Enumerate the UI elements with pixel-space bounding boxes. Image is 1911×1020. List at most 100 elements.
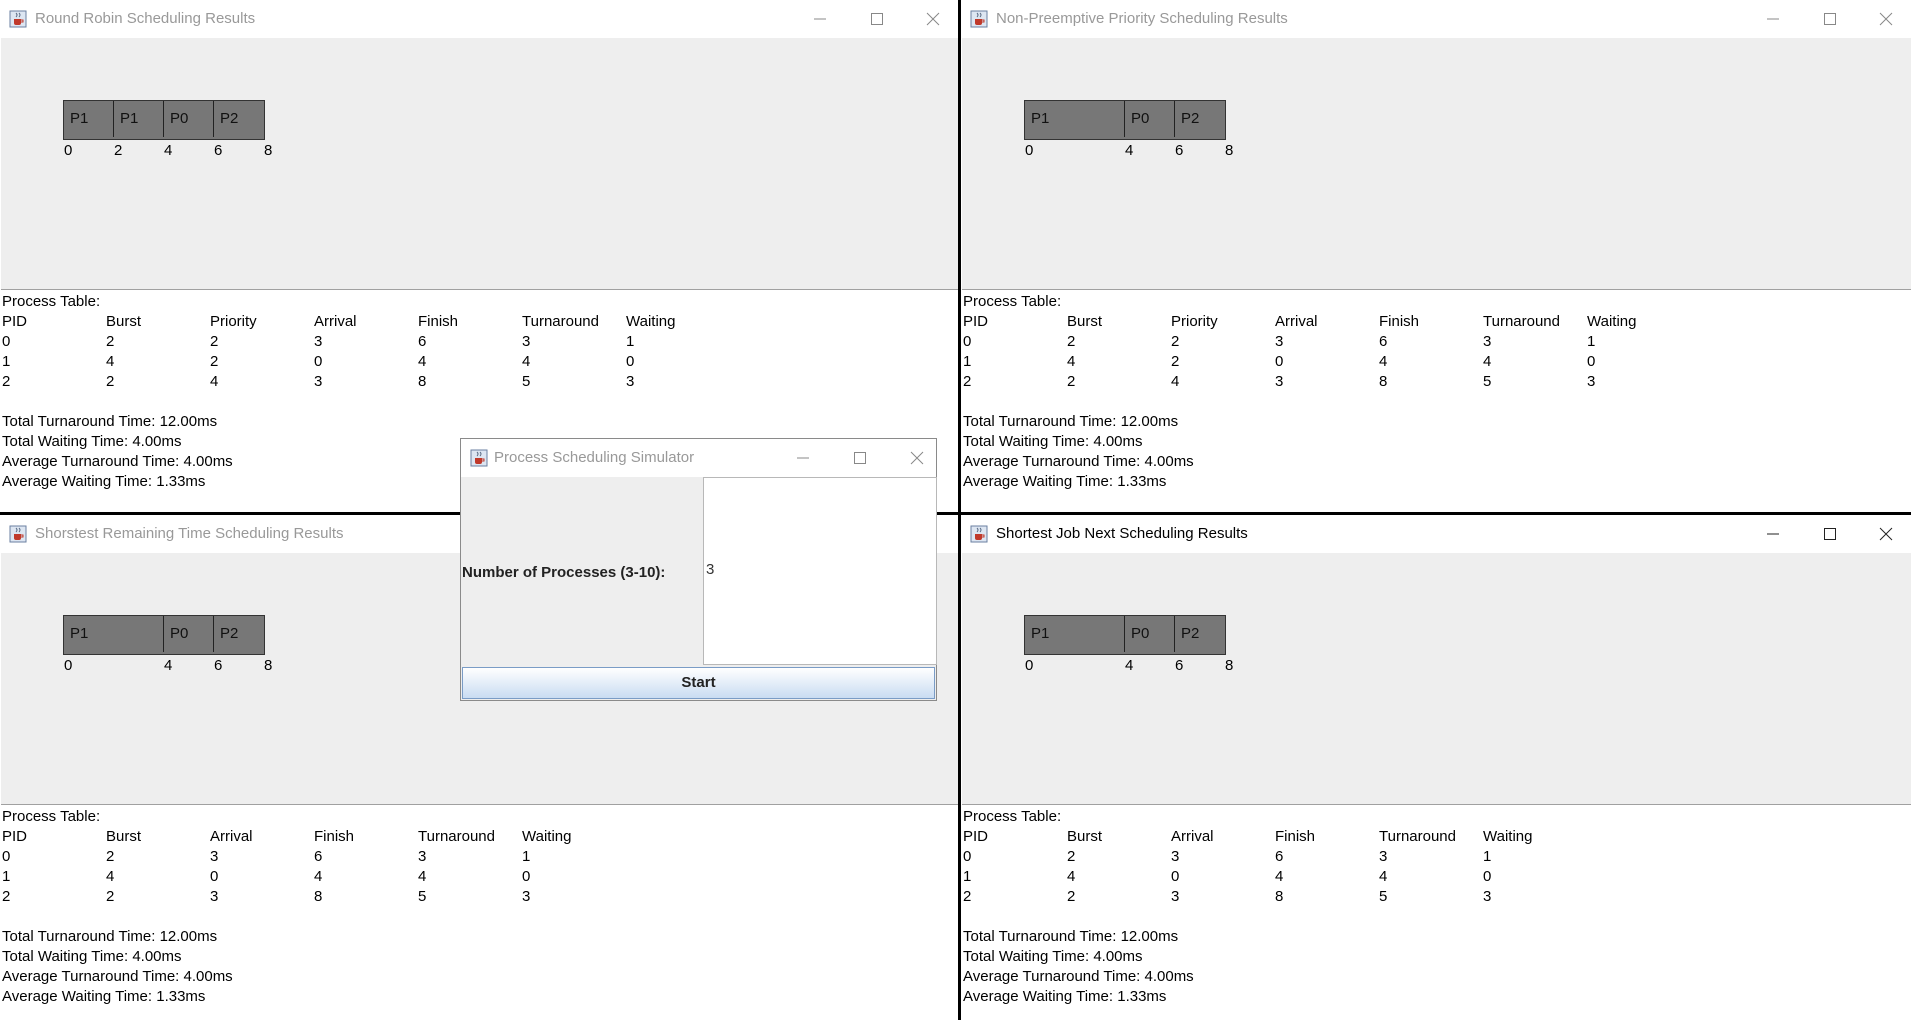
gantt-block: P0 (1125, 616, 1175, 652)
table-cell: 0 (2, 848, 11, 865)
table-cell: 4 (1379, 868, 1388, 885)
table-cell: 3 (314, 333, 323, 350)
column-header-arrival: Arrival (1275, 313, 1318, 330)
table-cell: 3 (1483, 333, 1492, 350)
total-waiting-time: Total Waiting Time: 4.00ms (963, 433, 1143, 450)
table-cell: 3 (1275, 333, 1284, 350)
table-cell: 0 (1483, 868, 1492, 885)
gantt-chart-panel: P1 P0 P2 0 4 6 8 (962, 38, 1911, 290)
table-cell: 4 (1067, 868, 1076, 885)
table-cell: 2 (210, 333, 219, 350)
table-cell: 1 (522, 848, 531, 865)
table-cell: 1 (2, 868, 11, 885)
table-cell: 2 (106, 888, 115, 905)
total-waiting-time: Total Waiting Time: 4.00ms (2, 948, 182, 965)
titlebar[interactable]: Shortest Job Next Scheduling Results (961, 515, 1911, 553)
column-header-priority: Priority (1171, 313, 1218, 330)
table-cell: 3 (1275, 373, 1284, 390)
column-header-finish: Finish (1379, 313, 1420, 330)
gantt-tick: 8 (264, 142, 273, 159)
table-cell: 1 (963, 868, 972, 885)
maximize-icon[interactable] (1817, 521, 1843, 547)
table-cell: 2 (1067, 848, 1076, 865)
table-cell: 1 (1587, 333, 1596, 350)
table-cell: 3 (314, 373, 323, 390)
close-icon[interactable] (904, 445, 930, 471)
column-header-turnaround: Turnaround (522, 313, 599, 330)
table-cell: 3 (1587, 373, 1596, 390)
column-header-turnaround: Turnaround (1483, 313, 1560, 330)
table-cell: 4 (106, 868, 115, 885)
java-cup-icon (9, 525, 27, 543)
total-waiting-time: Total Waiting Time: 4.00ms (2, 433, 182, 450)
minimize-icon[interactable] (1760, 6, 1786, 32)
titlebar[interactable]: Non-Preemptive Priority Scheduling Resul… (961, 0, 1911, 38)
total-turnaround-time: Total Turnaround Time: 12.00ms (963, 928, 1179, 945)
gantt-chart-panel: P1 P0 P2 0 4 6 8 (962, 553, 1911, 805)
table-cell: 5 (418, 888, 427, 905)
table-cell: 6 (314, 848, 323, 865)
table-cell: 3 (626, 373, 635, 390)
table-cell: 2 (963, 888, 972, 905)
gantt-block: P1 (64, 616, 164, 652)
gantt-tick: 0 (1025, 142, 1034, 159)
column-header-turnaround: Turnaround (1379, 828, 1456, 845)
gantt-tick: 6 (1175, 657, 1184, 674)
table-cell: 4 (1067, 353, 1076, 370)
table-cell: 4 (418, 353, 427, 370)
window-title: Non-Preemptive Priority Scheduling Resul… (996, 10, 1288, 27)
gantt-block: P2 (1181, 625, 1200, 642)
gantt-tick: 4 (164, 142, 173, 159)
column-header-finish: Finish (1275, 828, 1316, 845)
gantt-tick: 6 (214, 142, 223, 159)
titlebar[interactable]: Round Robin Scheduling Results (0, 0, 958, 38)
minimize-icon[interactable] (1760, 521, 1786, 547)
process-scheduling-simulator-dialog: Process Scheduling Simulator Number of P… (460, 438, 937, 701)
close-icon[interactable] (920, 6, 946, 32)
table-cell: 2 (1171, 333, 1180, 350)
table-cell: 8 (1379, 373, 1388, 390)
average-turnaround-time: Average Turnaround Time: 4.00ms (963, 968, 1194, 985)
gantt-tick: 4 (1125, 657, 1134, 674)
process-table-caption: Process Table: (2, 293, 101, 310)
table-cell: 4 (522, 353, 531, 370)
close-icon[interactable] (1873, 521, 1899, 547)
gantt-tick: 2 (114, 142, 123, 159)
column-header-priority: Priority (210, 313, 257, 330)
table-cell: 5 (1379, 888, 1388, 905)
table-cell: 2 (1171, 353, 1180, 370)
table-cell: 2 (1067, 373, 1076, 390)
column-header-waiting: Waiting (1587, 313, 1637, 330)
process-table-panel: Process Table: PID Burst Priority Arriva… (962, 290, 1911, 512)
titlebar[interactable]: Process Scheduling Simulator (461, 439, 936, 477)
average-waiting-time: Average Waiting Time: 1.33ms (2, 473, 206, 490)
number-of-processes-input[interactable]: 3 (703, 477, 937, 665)
gantt-tick: 4 (164, 657, 173, 674)
table-cell: 0 (626, 353, 635, 370)
window-round-robin: Round Robin Scheduling Results P1 P1 P0 … (0, 0, 958, 512)
column-header-turnaround: Turnaround (418, 828, 495, 845)
table-cell: 6 (418, 333, 427, 350)
average-waiting-time: Average Waiting Time: 1.33ms (2, 988, 206, 1005)
minimize-icon[interactable] (790, 445, 816, 471)
java-cup-icon (970, 10, 988, 28)
maximize-icon[interactable] (1817, 6, 1843, 32)
gantt-block: P0 (164, 616, 214, 652)
table-cell: 3 (418, 848, 427, 865)
table-cell: 0 (1275, 353, 1284, 370)
total-waiting-time: Total Waiting Time: 4.00ms (963, 948, 1143, 965)
close-icon[interactable] (1873, 6, 1899, 32)
process-table-panel: Process Table: PID Burst Arrival Finish … (962, 805, 1911, 1020)
gantt-block: P0 (164, 101, 214, 137)
gantt-block: P2 (220, 625, 239, 642)
maximize-icon[interactable] (847, 445, 873, 471)
table-cell: 2 (1067, 333, 1076, 350)
java-cup-icon (9, 10, 27, 28)
table-cell: 3 (1171, 848, 1180, 865)
gantt-block: P1 (1025, 101, 1125, 137)
minimize-icon[interactable] (807, 6, 833, 32)
average-waiting-time: Average Waiting Time: 1.33ms (963, 473, 1167, 490)
maximize-icon[interactable] (864, 6, 890, 32)
table-cell: 1 (963, 353, 972, 370)
start-button[interactable]: Start (462, 667, 935, 699)
